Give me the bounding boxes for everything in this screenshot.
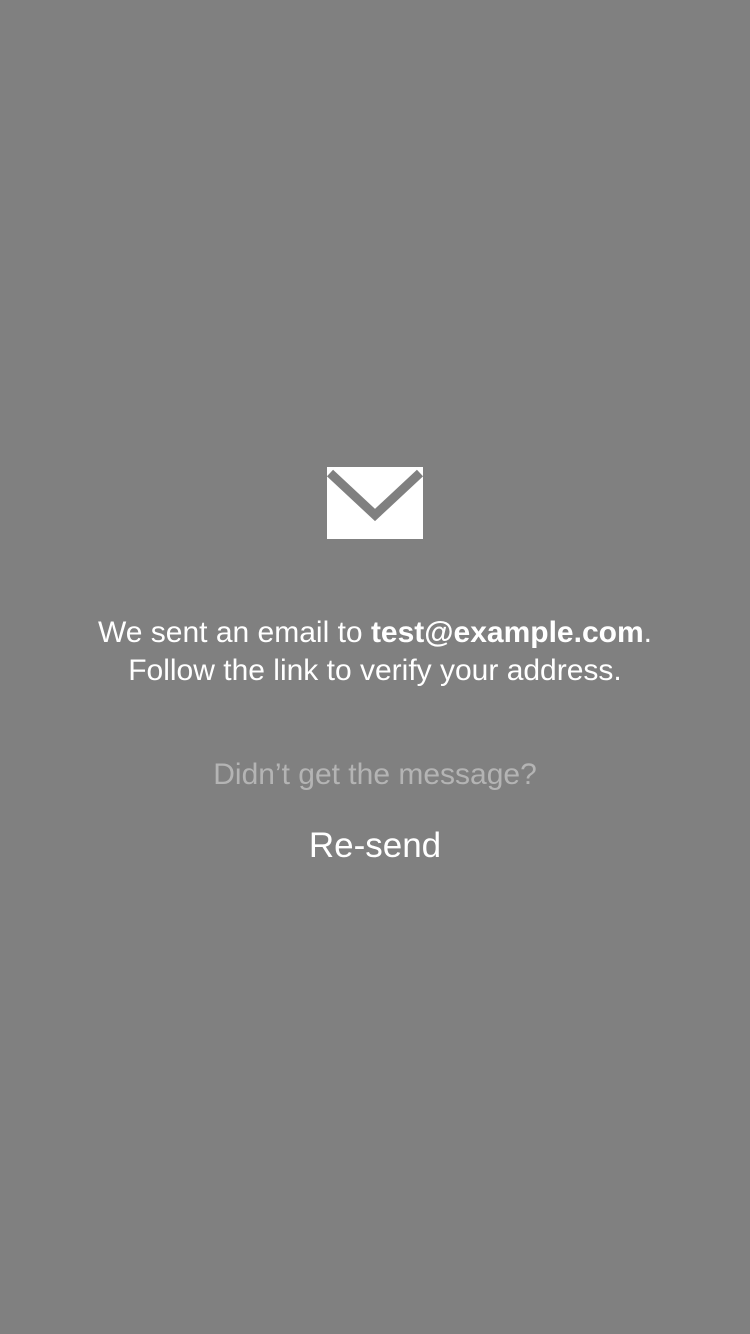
message-line-1: We sent an email to test@example.com. [0, 614, 750, 652]
resend-prompt: Didn’t get the message? [213, 758, 537, 791]
resend-button[interactable]: Re-send [275, 820, 475, 872]
email-verification-screen: We sent an email to test@example.com. Fo… [0, 0, 750, 1334]
envelope-icon [327, 467, 423, 539]
email-address: test@example.com [370, 616, 644, 649]
verification-message: We sent an email to test@example.com. Fo… [0, 614, 750, 690]
message-line-2: Follow the link to verify your address. [128, 654, 622, 687]
message-prefix: We sent an email to [98, 616, 371, 649]
message-suffix: . [643, 616, 652, 649]
